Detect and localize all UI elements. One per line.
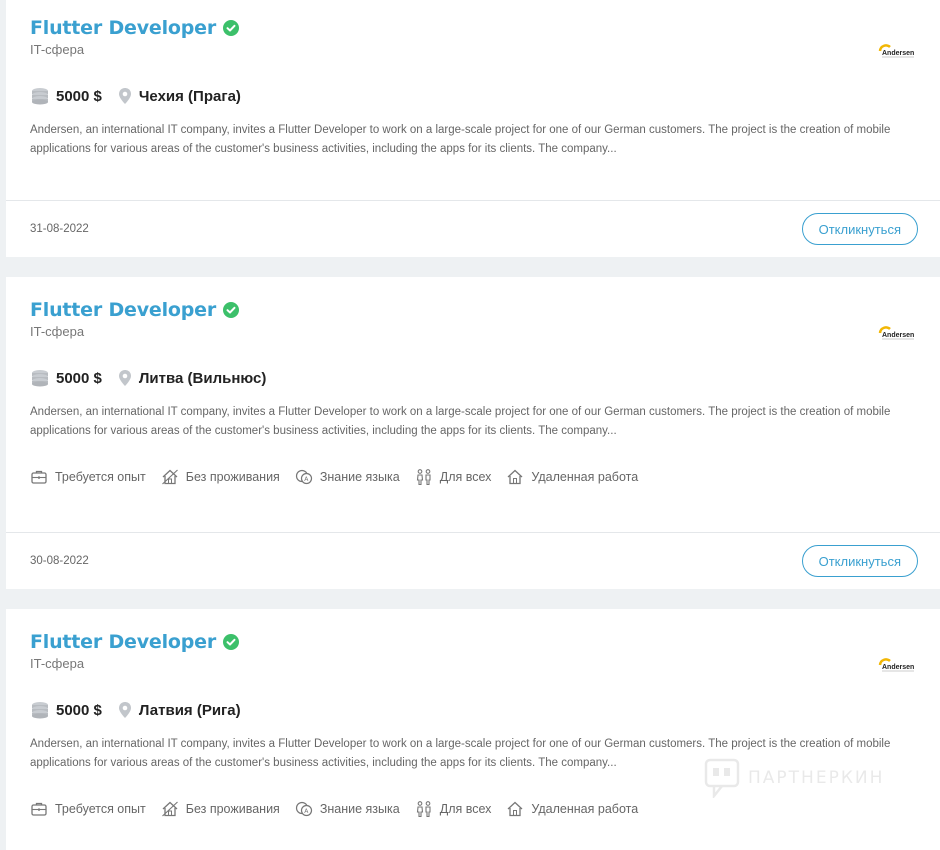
coins-icon — [32, 370, 48, 387]
vacancy-description: Andersen, an international IT company, i… — [30, 124, 891, 155]
logo-text: Andersen — [882, 50, 914, 57]
tag-label: Без проживания — [185, 802, 280, 816]
tag-label: Удаленная работа — [531, 470, 639, 484]
salary: 5000 $ — [56, 87, 102, 105]
vacancy-sphere: IT-сфера — [30, 656, 85, 671]
tag-for-all: Для всех — [415, 468, 492, 486]
logo-text: Andersen — [882, 332, 914, 339]
watermark-text: ПАРТНЕРКИН — [748, 768, 885, 788]
vacancy-date: 31-08-2022 — [30, 223, 89, 235]
tag-label: Для всех — [439, 802, 492, 816]
people-icon — [416, 469, 431, 486]
watermark: ПАРТНЕРКИН — [704, 758, 884, 798]
remote-home-icon — [507, 469, 523, 485]
location: Чехия (Прага) — [138, 87, 241, 105]
logo-text: Andersen — [882, 664, 914, 671]
respond-button[interactable]: Откликнуться — [801, 213, 918, 245]
salary: 5000 $ — [56, 701, 102, 719]
vacancy-title[interactable]: Flutter Developer — [30, 631, 216, 653]
tag-remote: Удаленная работа — [506, 468, 638, 486]
vacancy-tags: Требуется опыт Без проживания A Знание я… — [30, 799, 916, 819]
briefcase-icon — [31, 470, 47, 484]
coins-icon — [32, 702, 48, 719]
tag-experience: Требуется опыт — [30, 800, 146, 818]
vacancy-card: Flutter Developer IT-сфера Andersen 5000… — [6, 609, 940, 850]
house-cross-icon — [161, 801, 178, 817]
verified-icon — [223, 20, 240, 36]
location: Литва (Вильнюс) — [138, 369, 267, 387]
language-bubbles-icon: A — [295, 801, 312, 817]
vacancy-sphere: IT-сфера — [30, 42, 85, 57]
company-logo[interactable]: Andersen — [876, 324, 916, 340]
house-cross-icon — [161, 469, 178, 485]
watermark-logo-icon — [704, 758, 740, 798]
vacancy-card: Flutter Developer IT-сфера Andersen 5000… — [6, 0, 940, 257]
vacancy-date: 30-08-2022 — [30, 555, 89, 567]
tag-label: Знание языка — [319, 470, 400, 484]
tag-label: Без проживания — [185, 470, 280, 484]
tag-label: Требуется опыт — [55, 470, 146, 484]
tag-housing: Без проживания — [161, 800, 280, 818]
vacancy-sphere: IT-сфера — [30, 324, 85, 339]
vacancy-card: Flutter Developer IT-сфера Andersen 5000… — [6, 277, 940, 589]
tag-label: Удаленная работа — [531, 802, 639, 816]
tag-label: Требуется опыт — [55, 802, 146, 816]
location: Латвия (Рига) — [138, 701, 241, 719]
people-icon — [416, 801, 431, 818]
verified-icon — [223, 302, 240, 318]
tag-language: A Знание языка — [295, 468, 400, 486]
briefcase-icon — [31, 802, 47, 816]
salary: 5000 $ — [56, 369, 102, 387]
vacancy-title[interactable]: Flutter Developer — [30, 17, 216, 39]
location-pin-icon — [118, 370, 131, 386]
tag-label: Знание языка — [319, 802, 400, 816]
remote-home-icon — [507, 801, 523, 817]
tag-housing: Без проживания — [161, 468, 280, 486]
respond-button[interactable]: Откликнуться — [801, 545, 918, 577]
language-bubbles-icon: A — [295, 469, 312, 485]
company-logo[interactable]: Andersen — [876, 42, 916, 58]
company-logo[interactable]: Andersen — [876, 656, 916, 672]
verified-icon — [223, 634, 240, 650]
coins-icon — [32, 88, 48, 105]
location-pin-icon — [118, 702, 131, 718]
location-pin-icon — [118, 88, 131, 104]
tag-label: Для всех — [439, 470, 492, 484]
vacancy-title[interactable]: Flutter Developer — [30, 299, 216, 321]
tag-for-all: Для всех — [415, 800, 492, 818]
tag-remote: Удаленная работа — [506, 800, 638, 818]
vacancy-description: Andersen, an international IT company, i… — [30, 406, 891, 437]
vacancy-tags: Требуется опыт Без проживания A Знание я… — [30, 467, 916, 487]
tag-language: A Знание языка — [295, 800, 400, 818]
tag-experience: Требуется опыт — [30, 468, 146, 486]
